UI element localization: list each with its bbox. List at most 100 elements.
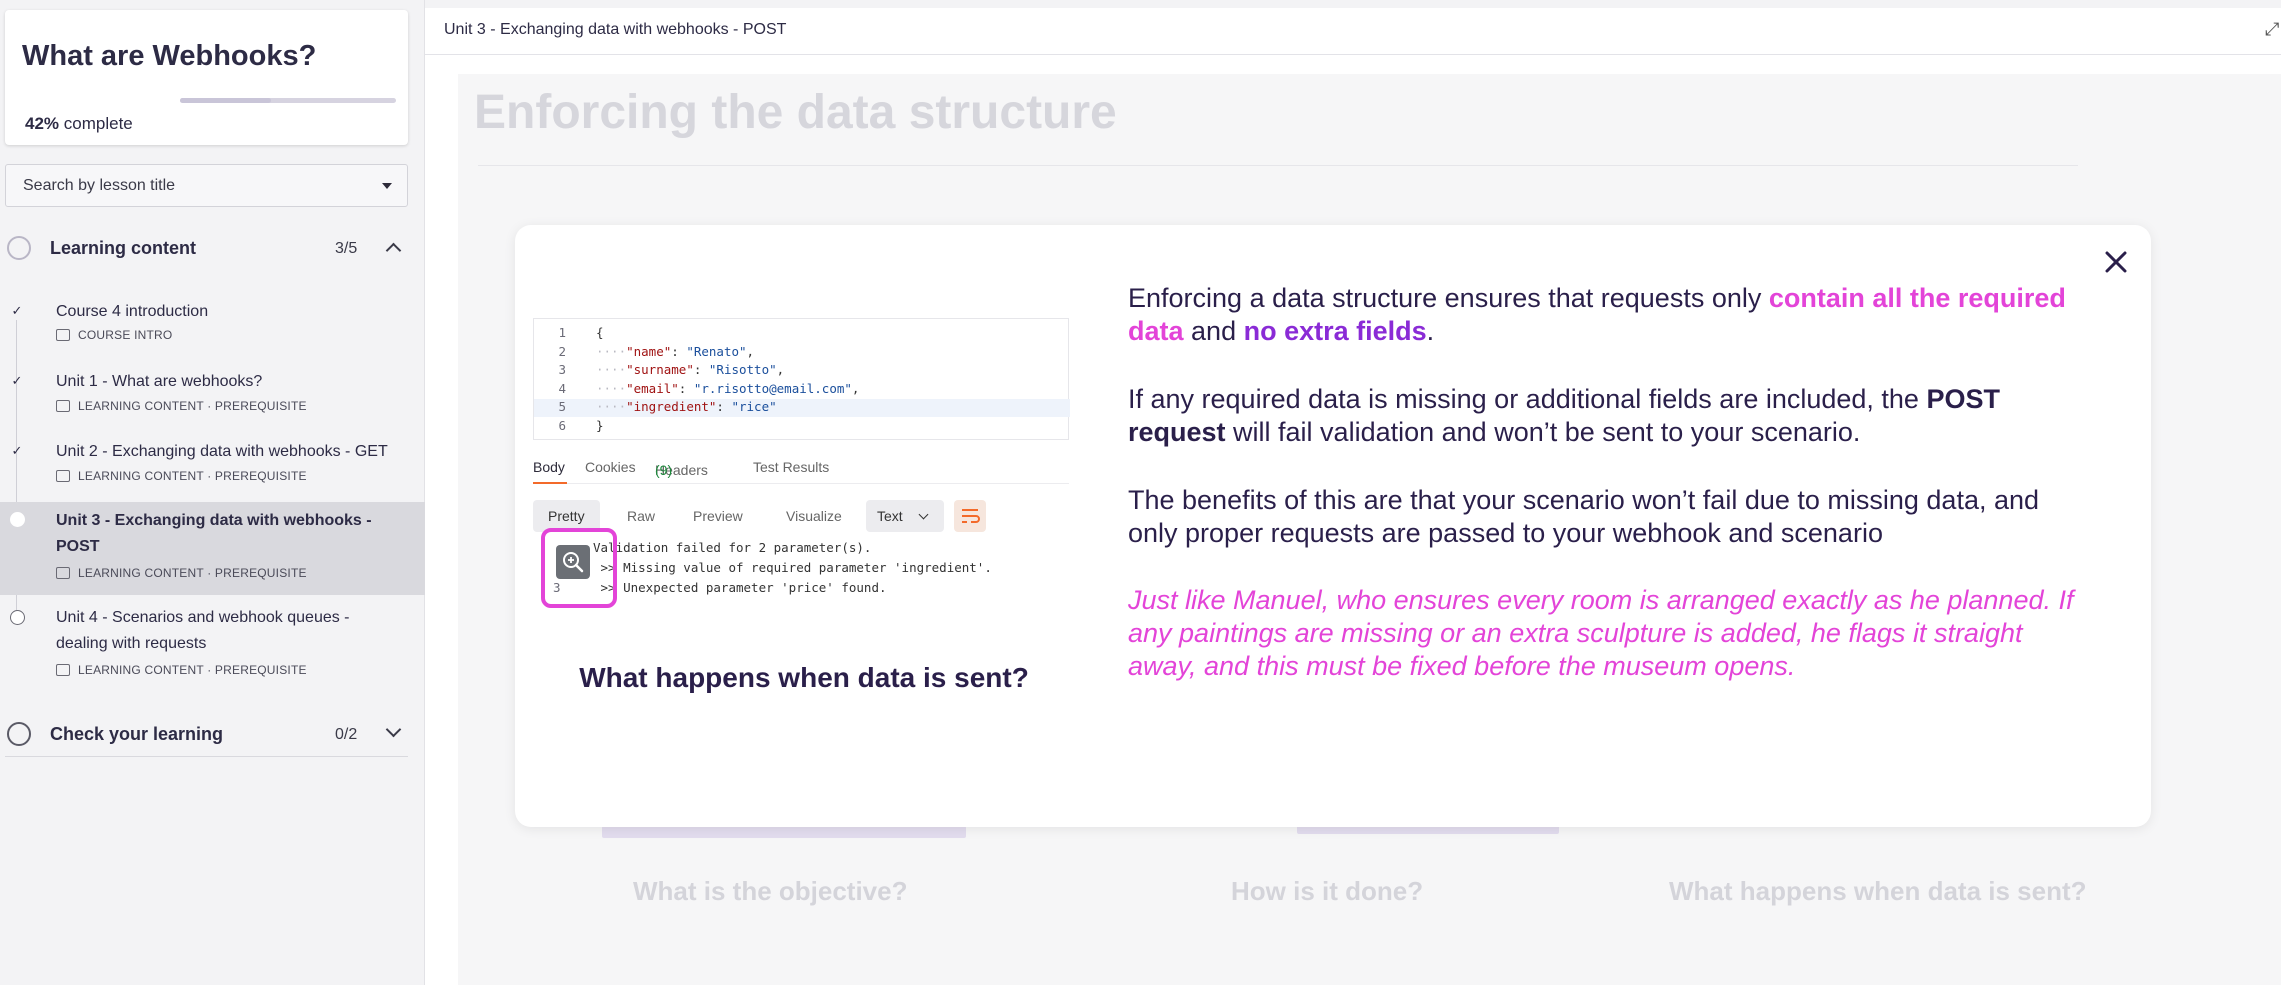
lesson-meta: COURSE INTRO [56,328,172,342]
section-title: Check your learning [50,724,224,744]
code-line: 2 ····"name": "Renato", [534,344,1070,362]
response-text: >> Missing value of required parameter '… [593,560,992,575]
card-tab-bar [602,826,966,838]
card-what-happens[interactable]: What happens when data is sent? [1669,876,2087,907]
document-icon [56,329,70,341]
wrap-lines-icon[interactable] [954,500,986,532]
code-token: "email" [626,380,679,396]
paragraph-4-story: Just like Manuel, who ensures every room… [1128,585,2074,681]
lesson-title: Unit 3 - Exchanging data with webhooks -… [56,512,372,555]
code-token: , [851,380,860,396]
postman-screenshot: 1{2 ····"name": "Renato", 3 ····"surname": … [533,318,1070,608]
lesson-icon [56,664,70,676]
section-count: 3/5 [335,240,358,257]
code-text: { [596,325,604,340]
lesson-meta-text: LEARNING CONTENT · PREREQUISITE [78,399,307,413]
code-token: : [678,380,694,396]
lesson-search-select[interactable]: Search by lesson title [5,164,408,207]
section-learning-content[interactable]: Learning content 3/5 [0,226,410,270]
lesson-item-unit-3[interactable]: Unit 3 - Exchanging data with webhooks -… [0,502,425,595]
checkmark-icon: ✓ [11,303,23,318]
tab-headers-count: (9) [655,462,673,478]
lesson-title: Unit 2 - Exchanging data with webhooks -… [56,443,388,460]
lesson-meta: LEARNING CONTENT · PREREQUISITE [56,663,307,677]
lesson-meta: LEARNING CONTENT · PREREQUISITE [56,469,307,483]
lesson-item-unit-1[interactable]: ✓ Unit 1 - What are webhooks? LEARNING C… [0,366,425,422]
code-token: "surname" [626,362,694,377]
response-text: >> Unexpected parameter 'price' found. [593,580,887,595]
lesson-item-unit-4[interactable]: Unit 4 - Scenarios and webhook queues - … [0,603,425,683]
modal-caption: What happens when data is sent? [579,662,1029,693]
close-icon[interactable] [2101,247,2131,277]
section-divider [5,756,408,757]
response-format-bar: Pretty Raw Preview Visualize Text [533,496,1069,534]
para-text: Enforcing a data structure ensures that … [1128,283,1769,313]
lesson-meta: LEARNING CONTENT · PREREQUISITE [56,566,307,580]
code-text: ····"email": "r.risotto@email.com", [596,381,859,396]
checkmark-icon: ✓ [11,443,23,458]
line-number: 5 [558,399,566,414]
lesson-meta-text: LEARNING CONTENT · PREREQUISITE [78,566,307,580]
format-type-value: Text [877,508,903,524]
section-check-your-learning[interactable]: Check your learning 0/2 [0,712,410,756]
code-token: "ingredient" [626,399,717,414]
lesson-item-course-intro[interactable]: ✓ Course 4 introduction COURSE INTRO [0,296,425,352]
section-title: Learning content [50,238,197,258]
code-token: "r.risotto@email.com" [693,380,852,396]
chevron-down-icon [385,721,402,738]
lesson-item-unit-2[interactable]: ✓ Unit 2 - Exchanging data with webhooks… [0,436,425,492]
format-raw[interactable]: Raw [612,500,670,532]
code-token: ···· [596,343,627,359]
lesson-title: Unit 1 - What are webhooks? [56,373,263,390]
code-text: ····"ingredient": "rice" [596,399,777,414]
lesson-meta-text: COURSE INTRO [78,328,173,342]
course-sidebar: What are Webhooks? 42% complete Search b… [0,0,425,985]
lesson-icon [56,567,70,579]
course-title: What are Webhooks? [22,40,317,72]
line-number: 1 [558,325,566,340]
lesson-heading: Enforcing the data structure [474,86,1117,139]
heading-divider [478,165,2078,166]
section-count: 0/2 [335,726,358,743]
code-token: ···· [596,399,627,414]
code-line: 3 ····"surname": "Risotto", [534,362,1070,380]
paragraph-3: The benefits of this are that your scena… [1128,485,2040,548]
line-number: 4 [558,380,566,396]
code-text: } [596,418,604,433]
wrap-lines-glyph [962,509,980,523]
format-type-select[interactable]: Text [866,500,944,532]
section-progress-circle-icon [7,236,31,260]
code-token: , [746,343,755,359]
format-visualize[interactable]: Visualize [771,500,857,532]
code-line: 6} [534,418,1070,436]
code-token: ···· [596,380,627,396]
code-line: 1{ [534,325,1070,343]
card-objective[interactable]: What is the objective? [633,876,908,907]
line-number: 2 [558,343,566,359]
code-text: ····"name": "Renato", [596,344,754,359]
chevron-down-icon [918,509,929,520]
code-token: "Renato" [686,343,747,359]
tab-test-results[interactable]: Test Results [753,459,829,475]
expand-icon[interactable]: ⤢ [2265,20,2281,38]
code-line: 4 ····"email": "r.risotto@email.com", [534,381,1070,399]
card-how[interactable]: How is it done? [1231,876,1423,907]
highlight-no-extra-fields: no extra fields [1243,316,1427,346]
code-token: { [596,325,604,340]
lesson-search-placeholder: Search by lesson title [23,177,176,194]
lesson-title: Unit 4 - Scenarios and webhook queues - … [56,609,350,652]
code-token: ···· [596,362,627,377]
para-text: If any required data is missing or addit… [1128,384,1927,414]
code-text: ····"surname": "Risotto", [596,362,784,377]
format-preview[interactable]: Preview [678,500,758,532]
lesson-topbar: Unit 3 - Exchanging data with webhooks -… [425,8,2281,55]
tab-body[interactable]: Body [533,459,565,475]
paragraph-2: If any required data is missing or addit… [1128,383,2078,449]
paragraph-1: Enforcing a data structure ensures that … [1128,282,2078,348]
progress-text: 42% complete [25,114,133,134]
para-text: will fail validation and won’t be sent t… [1225,417,1861,447]
progress-bar [180,98,396,103]
lesson-icon [56,470,70,482]
caret-down-icon [382,183,392,189]
tab-cookies[interactable]: Cookies [585,459,636,475]
